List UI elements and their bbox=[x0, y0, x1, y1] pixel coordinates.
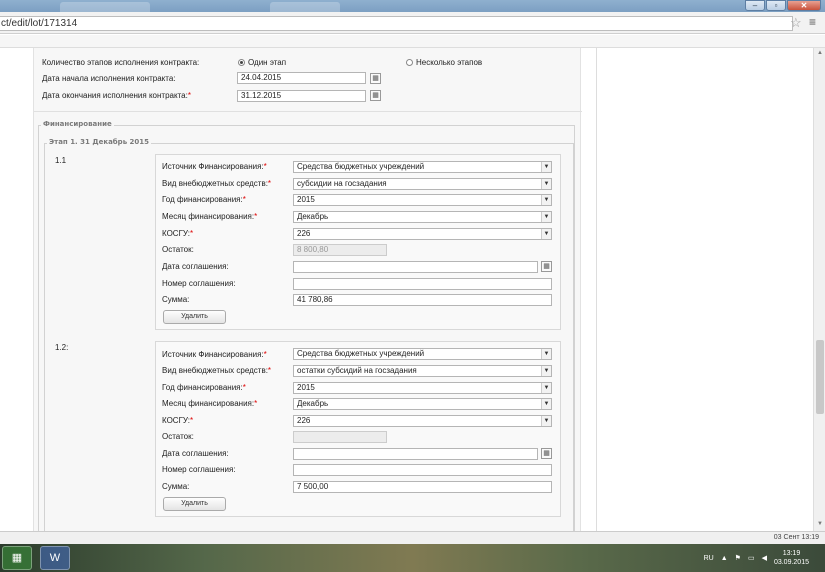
scrollbar-thumb[interactable] bbox=[816, 340, 824, 414]
system-clock[interactable]: 13:19 03.09.2015 bbox=[774, 549, 809, 567]
extrabudget-type-label: Вид внебюджетных средств:* bbox=[162, 366, 272, 375]
agreement-date-field[interactable] bbox=[293, 448, 538, 460]
agreement-date-label: Дата соглашения: bbox=[162, 262, 229, 271]
balance-field: 8 800,80 bbox=[293, 244, 387, 256]
agreement-date-field[interactable] bbox=[293, 261, 538, 273]
system-tray: RU ▲ ⚑ ▭ ◀ 13:19 03.09.2015 bbox=[704, 544, 825, 572]
stage-one-label: Один этап bbox=[248, 58, 287, 67]
delete-button[interactable]: Удалить bbox=[163, 497, 226, 511]
windows-taskbar: ▦ W RU ▲ ⚑ ▭ ◀ 13:19 03.09.2015 bbox=[0, 544, 825, 572]
chevron-down-icon: ▼ bbox=[541, 162, 551, 172]
address-bar: ct/edit/lot/171314 bbox=[0, 12, 825, 34]
agreement-number-field[interactable] bbox=[293, 278, 552, 290]
source-label: Источник Финансирования:* bbox=[162, 350, 267, 359]
divider bbox=[34, 111, 582, 112]
stages-count-label: Количество этапов исполнения контракта: bbox=[42, 58, 200, 67]
network-icon[interactable]: ▭ bbox=[748, 554, 755, 562]
browser-tab[interactable] bbox=[270, 2, 340, 12]
chevron-down-icon: ▼ bbox=[541, 416, 551, 426]
start-date-label: Дата начала исполнения контракта: bbox=[42, 74, 176, 83]
balance-label: Остаток: bbox=[162, 432, 194, 441]
close-icon[interactable]: ✕ bbox=[787, 0, 821, 11]
flag-icon[interactable]: ⚑ bbox=[735, 554, 741, 562]
browser-tab[interactable] bbox=[60, 2, 150, 12]
language-indicator[interactable]: RU bbox=[704, 555, 714, 562]
kosgu-select[interactable]: 226 ▼ bbox=[293, 415, 552, 427]
scroll-up-icon[interactable]: ▲ bbox=[817, 50, 823, 56]
stage-many-radio[interactable] bbox=[406, 59, 413, 66]
source-select[interactable]: Средства бюджетных учреждений ▼ bbox=[293, 161, 552, 173]
delete-button[interactable]: Удалить bbox=[163, 310, 226, 324]
clock-date: 03.09.2015 bbox=[773, 559, 809, 566]
bookmark-star-icon[interactable]: ☆ bbox=[790, 15, 802, 31]
window-controls: – ▫ ✕ bbox=[745, 0, 821, 11]
tray-expand-icon[interactable]: ▲ bbox=[721, 555, 728, 562]
excel-taskbar-icon[interactable]: ▦ bbox=[2, 546, 32, 570]
page-viewport: Количество этапов исполнения контракта: … bbox=[0, 48, 813, 531]
calendar-icon[interactable]: ▦ bbox=[370, 90, 381, 101]
amount-label: Сумма: bbox=[162, 295, 190, 304]
maximize-icon[interactable]: ▫ bbox=[766, 0, 786, 11]
item-number: 1.2: bbox=[55, 343, 69, 352]
extrabudget-type-select[interactable]: остатки субсидий на госзадания ▼ bbox=[293, 365, 552, 377]
end-date-label: Дата окончания исполнения контракта:* bbox=[42, 91, 191, 100]
scroll-down-icon[interactable]: ▼ bbox=[817, 521, 823, 527]
amount-field[interactable]: 41 780,86 bbox=[293, 294, 552, 306]
lot-edit-form: Количество этапов исполнения контракта: … bbox=[33, 48, 582, 531]
chevron-down-icon: ▼ bbox=[541, 229, 551, 239]
stage-one-radio[interactable] bbox=[238, 59, 245, 66]
source-select[interactable]: Средства бюджетных учреждений ▼ bbox=[293, 348, 552, 360]
page-scrollbar[interactable]: ▲ ▼ bbox=[813, 48, 825, 531]
start-date-field[interactable]: 24.04.2015 bbox=[237, 72, 366, 84]
calendar-icon[interactable]: ▦ bbox=[541, 448, 552, 459]
year-select[interactable]: 2015 ▼ bbox=[293, 194, 552, 206]
minimize-icon[interactable]: – bbox=[745, 0, 765, 11]
amount-label: Сумма: bbox=[162, 482, 190, 491]
chevron-down-icon: ▼ bbox=[541, 366, 551, 376]
chevron-down-icon: ▼ bbox=[541, 383, 551, 393]
source-label: Источник Финансирования:* bbox=[162, 162, 267, 171]
year-label: Год финансирования:* bbox=[162, 195, 246, 204]
end-date-field[interactable]: 31.12.2015 bbox=[237, 90, 366, 102]
balance-field bbox=[293, 431, 387, 443]
month-label: Месяц финансирования:* bbox=[162, 399, 258, 408]
volume-icon[interactable]: ◀ bbox=[762, 554, 767, 562]
agreement-date-label: Дата соглашения: bbox=[162, 449, 229, 458]
chevron-down-icon: ▼ bbox=[541, 179, 551, 189]
browser-menu-icon[interactable]: ≡ bbox=[809, 15, 816, 29]
clock-time: 13:19 bbox=[782, 550, 801, 557]
kosgu-label: КОСГУ:* bbox=[162, 229, 194, 238]
stage-legend: Этап 1. 31 Декабрь 2015 bbox=[47, 138, 152, 146]
calendar-icon[interactable]: ▦ bbox=[541, 261, 552, 272]
balance-label: Остаток: bbox=[162, 245, 194, 254]
agreement-number-field[interactable] bbox=[293, 464, 552, 476]
browser-status-bar: 03 Сент 13:19 bbox=[0, 531, 825, 544]
bookmarks-bar bbox=[0, 35, 825, 48]
agreement-number-label: Номер соглашения: bbox=[162, 279, 236, 288]
chevron-down-icon: ▼ bbox=[541, 349, 551, 359]
chevron-down-icon: ▼ bbox=[541, 195, 551, 205]
calendar-icon[interactable]: ▦ bbox=[370, 73, 381, 84]
month-select[interactable]: Декабрь ▼ bbox=[293, 211, 552, 223]
word-taskbar-icon[interactable]: W bbox=[40, 546, 70, 570]
year-select[interactable]: 2015 ▼ bbox=[293, 382, 552, 394]
chevron-down-icon: ▼ bbox=[541, 399, 551, 409]
year-label: Год финансирования:* bbox=[162, 383, 246, 392]
kosgu-label: КОСГУ:* bbox=[162, 416, 194, 425]
url-input[interactable]: ct/edit/lot/171314 bbox=[0, 16, 793, 31]
extrabudget-type-label: Вид внебюджетных средств:* bbox=[162, 179, 272, 188]
agreement-number-label: Номер соглашения: bbox=[162, 465, 236, 474]
stage-many-label: Несколько этапов bbox=[416, 58, 483, 67]
kosgu-select[interactable]: 226 ▼ bbox=[293, 228, 552, 240]
right-panel bbox=[596, 48, 813, 531]
financing-legend: Финансирование bbox=[41, 120, 114, 128]
extrabudget-type-select[interactable]: субсидии на госзадания ▼ bbox=[293, 178, 552, 190]
window-titlebar: – ▫ ✕ bbox=[0, 0, 825, 12]
amount-field[interactable]: 7 500,00 bbox=[293, 481, 552, 493]
item-number: 1.1 bbox=[55, 156, 67, 165]
status-time: 03 Сент 13:19 bbox=[773, 534, 819, 541]
chevron-down-icon: ▼ bbox=[541, 212, 551, 222]
month-select[interactable]: Декабрь ▼ bbox=[293, 398, 552, 410]
month-label: Месяц финансирования:* bbox=[162, 212, 258, 221]
